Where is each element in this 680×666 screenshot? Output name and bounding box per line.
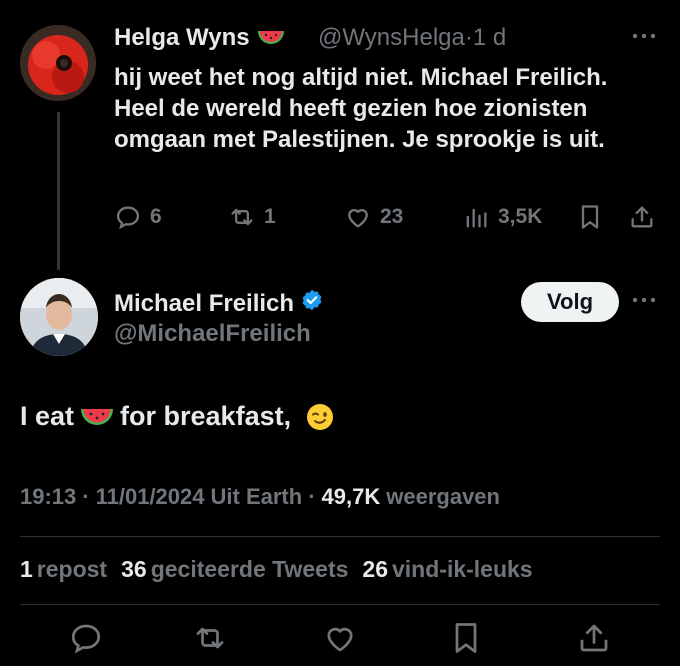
thread-line [57,112,60,270]
reply-handle[interactable]: @WynsHelga·1 d [318,24,506,52]
divider [20,604,660,605]
share-button[interactable] [576,620,612,656]
like-count: 23 [380,205,404,228]
views-button[interactable]: 3,5K [462,203,542,231]
avatar-michael[interactable] [20,278,98,356]
reply-text: hij weet het nog altijd niet. Michael Fr… [114,64,608,153]
tweet-date[interactable]: 11/01/2024 [96,484,205,510]
tweet-views-label: weergaven [386,484,500,509]
tweet-stats: 1 repost 36 geciteerde Tweets 26 vind-ik-le… [20,556,533,583]
tweet-text-before: I eat [20,401,75,431]
watermelon-icon [256,24,286,51]
tweet-views-count: 49,7K [321,484,381,509]
reply-button[interactable] [68,620,104,656]
repost-button[interactable] [192,620,228,656]
tweet-handle[interactable]: @MichaelFreilich [114,320,311,348]
repost-icon [196,627,224,649]
reply-icon [116,206,140,230]
repost-button[interactable]: 1 [228,203,276,231]
bookmark-icon [581,205,599,229]
reposts-stat[interactable]: 1 repost [20,556,107,583]
share-button[interactable] [628,203,656,231]
watermelon-icon [80,405,114,429]
share-icon [580,624,608,652]
tweet-display-name[interactable]: Michael Freilich [114,288,324,319]
winking-face-icon [305,402,335,432]
bookmark-icon [455,623,477,653]
reply-count: 6 [150,205,162,228]
repost-count: 1 [264,205,276,228]
tweet-location: Uit Earth [210,484,303,509]
views-chart-icon [466,208,487,228]
avatar-helga[interactable] [20,25,96,101]
follow-button[interactable]: Volg [521,282,619,322]
bookmark-button[interactable] [576,203,604,231]
like-button[interactable]: 23 [344,203,403,231]
heart-icon [348,209,368,228]
heart-icon [327,627,353,652]
tweet-time[interactable]: 19:13 [20,484,76,510]
quotes-stat[interactable]: 36 geciteerde Tweets [121,556,348,583]
more-options-icon[interactable] [630,26,658,46]
tweet-text-after: for breakfast, [120,401,292,431]
repost-icon [231,208,253,226]
likes-stat[interactable]: 26 vind-ik-leuks [362,556,532,583]
reply-button[interactable]: 6 [114,203,162,231]
divider [20,536,660,537]
tweet-text: I eat for breakfast, [20,401,335,432]
more-options-icon[interactable] [630,290,658,310]
tweet-meta: 19:13 · 11/01/2024 Uit Earth · 49,7K wee… [20,484,500,510]
reply-icon [71,624,101,654]
verified-badge-icon [300,288,324,319]
reply-display-name[interactable]: Helga Wyns [114,24,286,52]
like-button[interactable] [322,620,358,656]
views-count: 3,5K [498,205,543,228]
share-icon [631,206,653,228]
bookmark-button[interactable] [448,620,484,656]
